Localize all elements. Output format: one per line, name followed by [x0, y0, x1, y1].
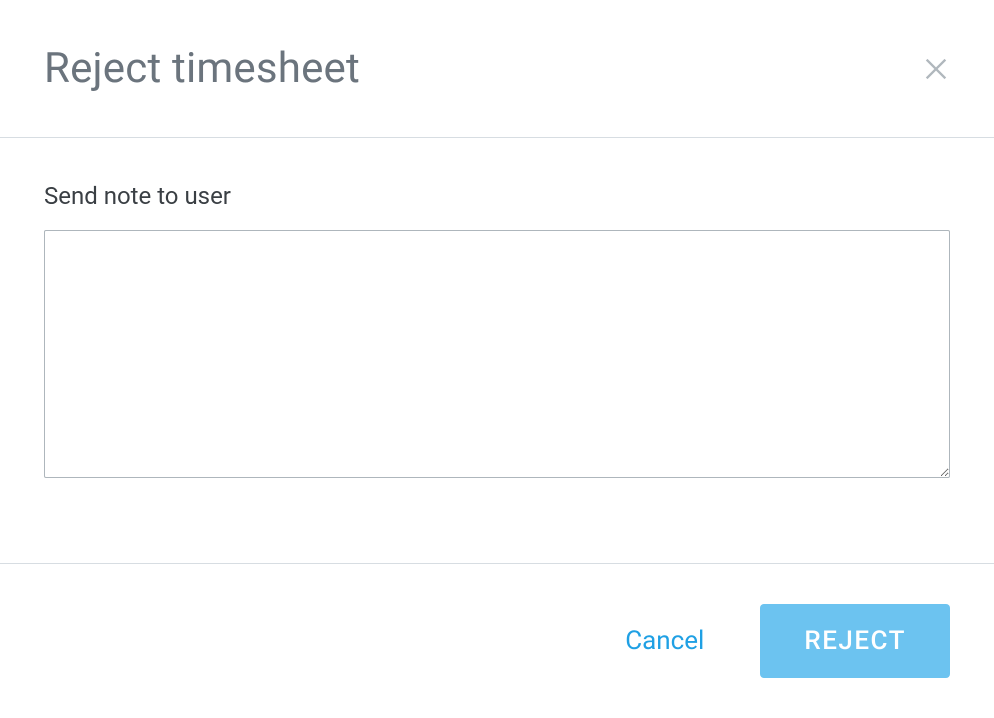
dialog-body: Send note to user	[0, 138, 994, 563]
dialog-footer: Cancel REJECT	[0, 563, 994, 718]
close-icon	[922, 55, 950, 83]
note-textarea[interactable]	[44, 230, 950, 478]
reject-timesheet-dialog: Reject timesheet Send note to user Cance…	[0, 0, 994, 718]
dialog-header: Reject timesheet	[0, 0, 994, 138]
cancel-button[interactable]: Cancel	[621, 618, 708, 664]
reject-button[interactable]: REJECT	[760, 604, 950, 678]
close-button[interactable]	[922, 55, 950, 83]
note-field-label: Send note to user	[44, 182, 950, 210]
dialog-title: Reject timesheet	[44, 44, 360, 93]
